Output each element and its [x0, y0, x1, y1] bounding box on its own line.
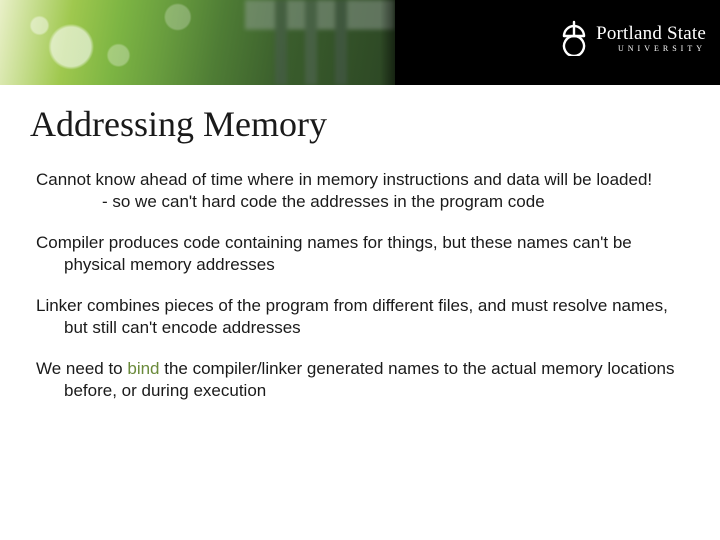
paragraph-3: Linker combines pieces of the program fr… [36, 295, 684, 340]
paragraph-1: Cannot know ahead of time where in memor… [36, 169, 684, 214]
paragraph-2: Compiler produces code containing names … [36, 232, 684, 277]
paragraph-1-sub: - so we can't hard code the addresses in… [64, 191, 684, 213]
banner-photo [0, 0, 395, 85]
slide: Portland State UNIVERSITY Addressing Mem… [0, 0, 720, 540]
paragraph-4-bind-word: bind [127, 359, 159, 378]
header-banner: Portland State UNIVERSITY [0, 0, 720, 85]
logo-main-text: Portland State [596, 24, 706, 43]
paragraph-4a: We need to [36, 359, 127, 378]
logo-mark-icon [558, 20, 590, 56]
paragraph-4: We need to bind the compiler/linker gene… [36, 358, 684, 403]
logo-sub-text: UNIVERSITY [596, 45, 706, 53]
university-logo: Portland State UNIVERSITY [558, 20, 706, 56]
logo-text: Portland State UNIVERSITY [596, 24, 706, 53]
banner-fade [380, 0, 410, 85]
slide-body: Cannot know ahead of time where in memor… [0, 169, 720, 403]
slide-title: Addressing Memory [30, 103, 720, 145]
paragraph-1-text: Cannot know ahead of time where in memor… [36, 170, 652, 189]
